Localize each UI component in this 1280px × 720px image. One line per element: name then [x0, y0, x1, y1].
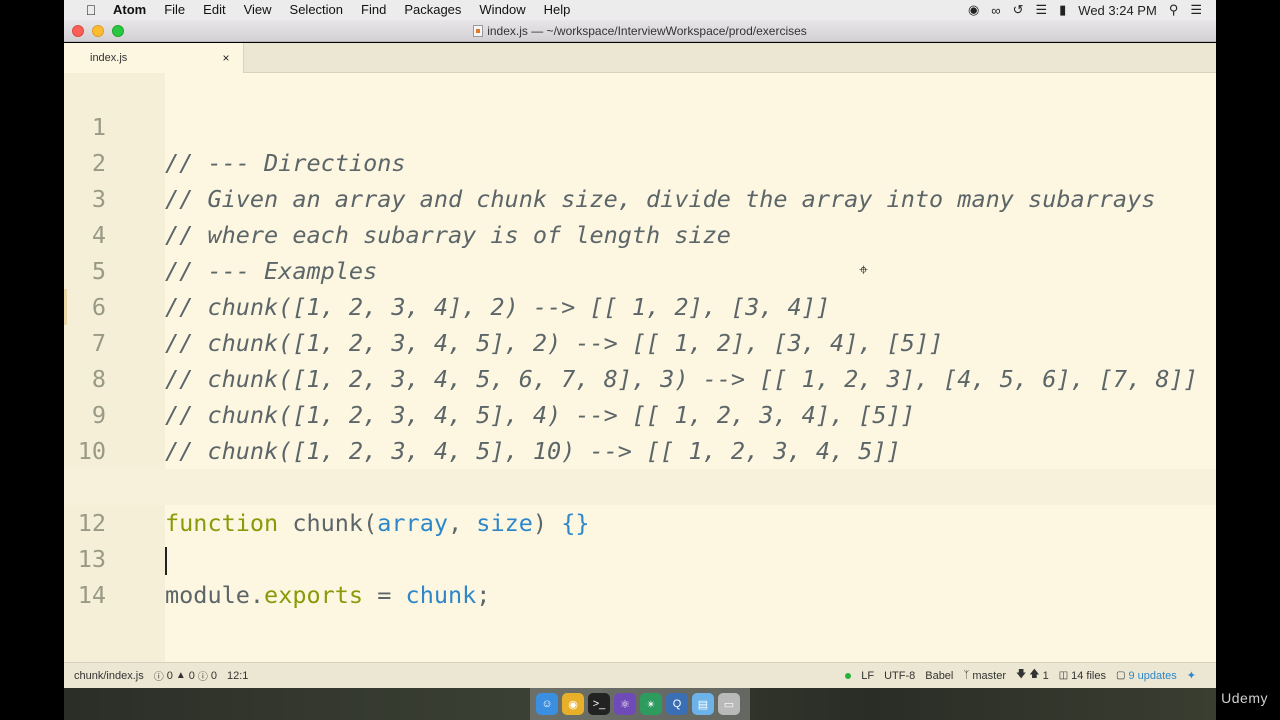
tab-index-js[interactable]: index.js ×: [64, 43, 244, 73]
linter-status[interactable]: ⓘ 0 ▲ 0 ⓘ 0: [153, 668, 217, 684]
git-sync-status[interactable]: 🡇 🡅 1: [1016, 667, 1049, 684]
menu-bar:  Atom File Edit View Selection Find Pac…: [64, 0, 1216, 20]
updates-count: 9 updates: [1128, 669, 1177, 682]
menu-packages[interactable]: Packages: [395, 0, 470, 20]
js-file-icon: [473, 24, 484, 37]
udemy-watermark: Udemy: [1221, 690, 1268, 706]
window-titlebar: index.js — ~/workspace/InterviewWorkspac…: [64, 20, 1216, 42]
git-clean-indicator: [845, 672, 852, 679]
info-icon: ⓘ: [197, 672, 208, 683]
trash-icon[interactable]: ▭: [718, 693, 740, 715]
code-line[interactable]: 4 // --- Examples: [64, 181, 1216, 285]
menu-edit[interactable]: Edit: [194, 0, 234, 20]
menu-file[interactable]: File: [155, 0, 194, 20]
atom-icon[interactable]: ⚛: [614, 693, 636, 715]
package-updates-status[interactable]: ▢ 9 updates: [1116, 670, 1177, 682]
code-line[interactable]: 13 module.exports = chunk;: [64, 505, 1216, 609]
encoding-status[interactable]: UTF-8: [884, 670, 915, 682]
package-icon: ▢: [1116, 670, 1126, 681]
tab-close-icon[interactable]: ×: [219, 51, 233, 65]
arrow-down-icon: 🡇: [1016, 669, 1027, 680]
code-line[interactable]: 3 // where each subarray is of length si…: [64, 145, 1216, 249]
code-line-modified[interactable]: 7 // chunk([1, 2, 3, 4, 5, 6, 7, 8], 3) …: [64, 289, 1216, 393]
wifi-icon[interactable]: ☰: [1035, 2, 1047, 18]
tab-label: index.js: [90, 52, 128, 64]
record-icon[interactable]: ◉: [968, 2, 979, 18]
editor-lines: 1 // --- Directions 2 // Given an array …: [64, 73, 1216, 609]
notification-center-icon[interactable]: ☰: [1190, 2, 1202, 18]
menu-view[interactable]: View: [235, 0, 281, 20]
ibeam-cursor-icon: ⌖: [859, 260, 869, 279]
branch-name: master: [972, 669, 1006, 682]
code-editor[interactable]: 1 // --- Directions 2 // Given an array …: [64, 73, 1216, 662]
file-count: 14 files: [1071, 669, 1106, 682]
info-count: 0: [210, 669, 217, 682]
code-line[interactable]: 10: [64, 397, 1216, 465]
finder-icon[interactable]: ☺: [536, 693, 558, 715]
menu-help[interactable]: Help: [535, 0, 580, 20]
tab-bar: index.js ×: [64, 43, 1216, 73]
code-line[interactable]: 6 // chunk([1, 2, 3, 4, 5], 2) --> [[ 1,…: [64, 253, 1216, 357]
code-line[interactable]: 8 // chunk([1, 2, 3, 4, 5], 4) --> [[ 1,…: [64, 325, 1216, 429]
cursor-position-status[interactable]: 12:1: [227, 670, 248, 682]
status-tray: ◉ ∞ ↺ ☰ ▮ Wed 3:24 PM ⚲ ☰: [968, 2, 1216, 18]
file-count-status[interactable]: ◫ 14 files: [1059, 670, 1106, 682]
terminal-icon[interactable]: >_: [588, 693, 610, 715]
arrow-up-icon: 🡅: [1029, 669, 1040, 680]
line-number: 14: [77, 581, 106, 609]
safari-icon[interactable]: ✴: [640, 693, 662, 715]
exports-property: exports: [264, 581, 364, 609]
semicolon: ;: [476, 581, 491, 609]
line-ending-status[interactable]: LF: [861, 670, 874, 682]
window-title: index.js — ~/workspace/InterviewWorkspac…: [64, 24, 1216, 38]
code-line[interactable]: 14: [64, 541, 1216, 609]
window-minimize-button[interactable]: [92, 24, 104, 37]
code-line[interactable]: 5 // chunk([1, 2, 3, 4], 2) --> [[ 1, 2]…: [64, 217, 1216, 321]
teletype-icon[interactable]: ✦: [1187, 669, 1196, 682]
chrome-icon[interactable]: ◉: [562, 693, 584, 715]
exported-value: chunk: [405, 581, 477, 609]
warning-icon: ▲: [175, 670, 186, 681]
dot: .: [249, 581, 265, 609]
menu-app-atom[interactable]: Atom: [104, 0, 155, 20]
code-line[interactable]: 2 // Given an array and chunk size, divi…: [64, 109, 1216, 213]
grammar-status[interactable]: Babel: [925, 670, 953, 682]
window-controls: [72, 24, 192, 37]
window-zoom-button[interactable]: [112, 24, 124, 37]
battery-icon[interactable]: ▮: [1059, 2, 1066, 18]
status-file-path[interactable]: chunk/index.js: [74, 670, 144, 682]
error-count: 0: [166, 669, 173, 682]
git-branch-icon: ᛉ: [963, 670, 970, 681]
error-icon: ⓘ: [153, 672, 164, 683]
assign-operator: =: [363, 581, 406, 609]
code-line[interactable]: 11 function chunk(array, size) {}: [64, 433, 1216, 537]
warning-count: 0: [188, 669, 195, 682]
time-machine-icon[interactable]: ↺: [1013, 2, 1024, 18]
menu-find[interactable]: Find: [352, 0, 395, 20]
menu-selection[interactable]: Selection: [281, 0, 352, 20]
green-dot-icon: [845, 672, 852, 679]
window-title-text: index.js — ~/workspace/InterviewWorkspac…: [487, 23, 807, 38]
code-line[interactable]: 9 // chunk([1, 2, 3, 4, 5], 10) --> [[ 1…: [64, 361, 1216, 465]
spotlight-search-icon[interactable]: ⚲: [1169, 2, 1179, 18]
code-line[interactable]: 1 // --- Directions: [64, 73, 1216, 177]
module-object: module: [165, 581, 250, 609]
code-line-current[interactable]: 12: [64, 469, 1216, 575]
window-close-button[interactable]: [72, 24, 84, 37]
quicktime-icon[interactable]: Q: [666, 693, 688, 715]
clock-text[interactable]: Wed 3:24 PM: [1078, 3, 1157, 18]
menu-window[interactable]: Window: [470, 0, 534, 20]
status-bar: chunk/index.js ⓘ 0 ▲ 0 ⓘ 0 12:1 LF UTF-8 Ba…: [64, 662, 1216, 688]
apple-icon[interactable]: : [78, 2, 104, 18]
module-exports-statement: module.exports = chunk;: [165, 577, 490, 613]
folder-icon[interactable]: ▤: [692, 693, 714, 715]
ahead-count: 1: [1042, 669, 1049, 682]
glasses-icon[interactable]: ∞: [991, 3, 1000, 18]
git-branch-status[interactable]: ᛉ master: [963, 670, 1006, 682]
dock: ☺ ◉ >_ ⚛ ✴ Q ▤ ▭: [530, 688, 750, 720]
file-icon: ◫: [1058, 670, 1069, 681]
